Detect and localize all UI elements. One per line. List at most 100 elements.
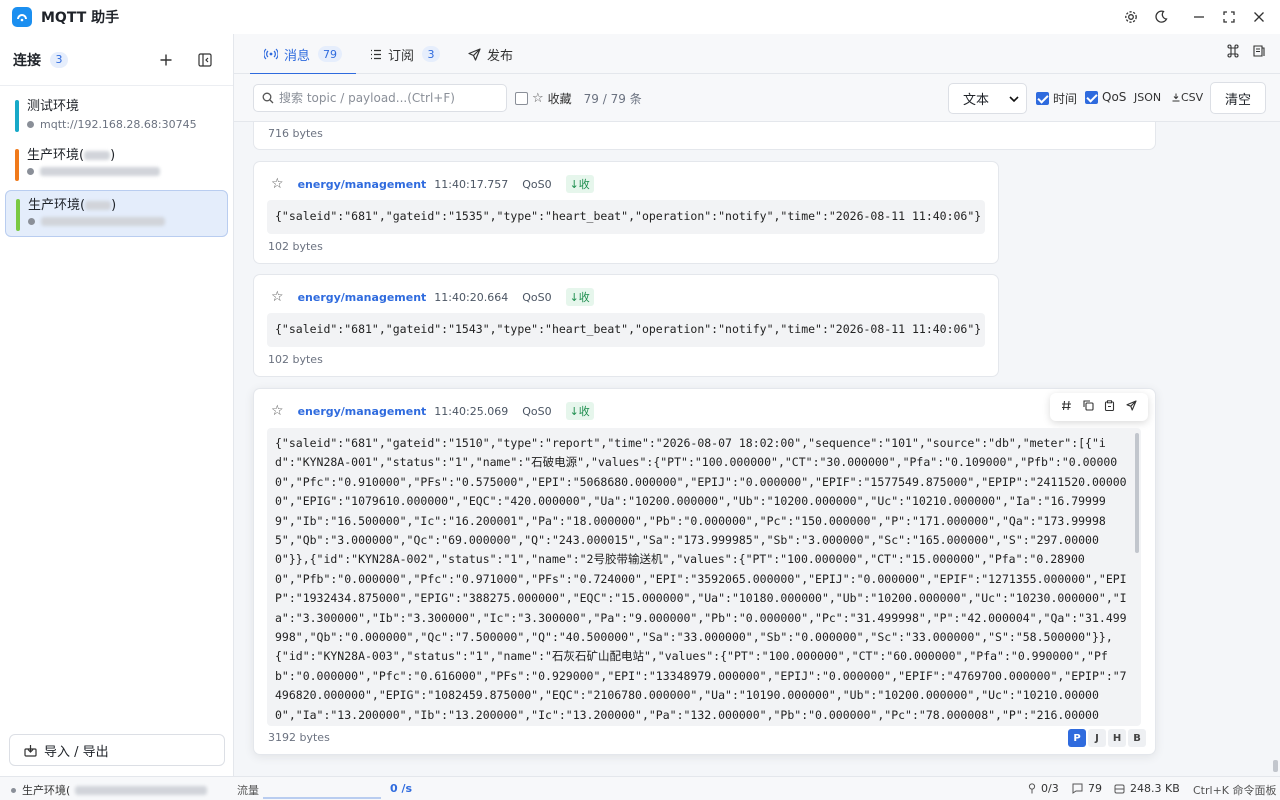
favorite-star-icon[interactable]: ☆ — [271, 289, 284, 305]
message-bytes: 3192 bytes — [268, 731, 330, 744]
add-connection-button[interactable] — [155, 49, 177, 71]
command-icon[interactable] — [1226, 44, 1240, 62]
payload-line: a":"3.300000","Ib":"3.300000","Ic":"3.30… — [275, 610, 1127, 625]
message-topic: energy/management — [297, 290, 427, 304]
message-qos: QoS0 — [522, 290, 552, 304]
status-dot-icon — [27, 168, 34, 175]
tab-messages[interactable]: 消息 79 — [250, 34, 357, 75]
maximize-window-icon[interactable] — [1214, 2, 1244, 32]
status-size: 248.3 KB — [1114, 782, 1180, 795]
connection-item-prod-1[interactable]: 生产环境() — [5, 141, 228, 188]
message-payload: {"saleid":"681","gateid":"1535","type":"… — [267, 200, 985, 234]
title-bar: MQTT 助手 — [0, 0, 1280, 34]
message-payload: {"saleid":"681","gateid":"1510","type":"… — [267, 428, 1141, 726]
payload-line: 0","Pfc":"0.910000","PFs":"0.575000","EP… — [275, 474, 1127, 489]
command-palette-hint[interactable]: Ctrl+K 命令面板 — [1193, 782, 1277, 798]
connection-url: mqtt://192.168.28.68:30745 — [40, 118, 197, 131]
tab-subscriptions[interactable]: 订阅 3 — [356, 34, 454, 74]
qos-checkbox[interactable] — [1085, 90, 1098, 104]
qos-toggle[interactable]: QoS — [1085, 90, 1126, 104]
hash-icon[interactable] — [1061, 400, 1072, 415]
settings-gear-icon[interactable] — [1116, 2, 1146, 32]
redacted-url — [41, 217, 165, 226]
connection-count-badge: 3 — [50, 51, 68, 68]
payload-line: 0","Pfb":"0.000000","Pfc":"0.971000","PF… — [275, 571, 1127, 586]
connection-color-bar — [15, 149, 19, 181]
message-list: 716 bytes ☆ energy/management 11:40:17.7… — [234, 122, 1280, 776]
message-card: 716 bytes — [253, 122, 1156, 150]
payload-scrollbar[interactable] — [1135, 433, 1139, 553]
message-count-text: 79 / 79 条 — [583, 92, 642, 106]
close-window-icon[interactable] — [1244, 2, 1274, 32]
connection-color-bar — [16, 199, 20, 231]
main-tabs: 消息 79 订阅 3 发布 — [234, 34, 1280, 75]
favorite-label: 收藏 — [547, 92, 572, 106]
message-qos: QoS0 — [522, 404, 552, 418]
favorite-star-icon[interactable]: ☆ — [271, 176, 284, 192]
payload-line: 998","Qb":"0.000000","Qc":"7.500000","Q"… — [275, 630, 1113, 645]
message-card: ☆ energy/management 11:40:25.069 QoS0 ↓收… — [253, 388, 1156, 755]
select-value: 文本 — [963, 93, 990, 108]
dark-mode-moon-icon[interactable] — [1146, 2, 1176, 32]
message-time: 11:40:25.069 — [434, 404, 509, 418]
format-json-button[interactable]: J — [1088, 729, 1106, 747]
status-connection-name: 生产环境( — [22, 784, 71, 797]
format-plain-button[interactable]: P — [1068, 729, 1086, 747]
payload-line: 0"}},{"id":"KYN28A-002","status":"1","na… — [275, 552, 1085, 567]
log-panel-icon[interactable] — [1252, 44, 1266, 62]
payload-line: {"id":"KYN28A-003","status":"1","name":"… — [275, 649, 1108, 664]
resend-icon[interactable] — [1126, 399, 1137, 415]
tab-publish[interactable]: 发布 — [454, 34, 527, 74]
favorite-filter[interactable]: ☆ 收藏 79 / 79 条 — [515, 90, 642, 107]
time-toggle[interactable]: 时间 — [1036, 90, 1077, 107]
import-export-button[interactable]: 导入 / 导出 — [9, 734, 225, 766]
redacted-url — [40, 167, 160, 176]
time-checkbox[interactable] — [1036, 92, 1049, 105]
favorite-star-icon[interactable]: ☆ — [271, 403, 284, 419]
message-bytes: 102 bytes — [268, 353, 323, 366]
format-base64-button[interactable]: B — [1128, 729, 1146, 747]
message-bytes: 102 bytes — [268, 240, 323, 253]
subs-count: 0/3 — [1041, 782, 1059, 795]
clear-button[interactable]: 清空 — [1210, 82, 1266, 114]
message-bytes: 716 bytes — [268, 127, 323, 140]
collapse-sidebar-icon[interactable] — [195, 50, 215, 70]
app-logo-icon — [12, 7, 32, 27]
payload-line: 496820.000000","EPIG":"1082459.875000","… — [275, 688, 1099, 703]
connection-name: 测试环境 — [27, 99, 80, 114]
payload-line: 0","EPIG":"1079610.000000","EQC":"420.00… — [275, 494, 1106, 509]
export-csv-button[interactable]: CSV — [1172, 91, 1203, 104]
chevron-down-icon — [1009, 96, 1019, 103]
status-dot-icon — [27, 121, 34, 128]
message-time: 11:40:20.664 — [434, 290, 509, 304]
tab-label: 发布 — [487, 48, 514, 64]
connection-item-prod-2[interactable]: 生产环境() — [5, 190, 228, 237]
message-card: ☆ energy/management 11:40:20.664 QoS0 ↓收… — [253, 274, 999, 377]
view-format-switcher: P J H B — [1068, 729, 1146, 747]
format-hex-button[interactable]: H — [1108, 729, 1126, 747]
payload-line: 5","Qb":"3.000000","Qc":"69.000000","Q":… — [275, 533, 1099, 548]
main-panel: 消息 79 订阅 3 发布 ☆ 收藏 7 — [234, 34, 1280, 776]
csv-label: CSV — [1181, 91, 1204, 104]
flow-label: 流量 — [237, 784, 259, 797]
clipboard-icon[interactable] — [1104, 399, 1115, 415]
search-box[interactable] — [253, 84, 507, 112]
favorite-checkbox[interactable] — [515, 92, 528, 105]
message-list-scrollbar[interactable] — [1273, 760, 1278, 772]
app-title: MQTT 助手 — [41, 10, 120, 26]
sidebar-title: 连接 — [13, 52, 41, 69]
copy-icon[interactable] — [1083, 399, 1094, 415]
message-qos: QoS0 — [522, 177, 552, 191]
storage-icon — [1114, 784, 1125, 793]
search-input[interactable] — [279, 91, 499, 105]
connection-item-test[interactable]: 测试环境 mqtt://192.168.28.68:30745 — [5, 92, 228, 139]
minimize-window-icon[interactable] — [1184, 2, 1214, 32]
tab-label: 消息 — [284, 48, 311, 64]
connection-color-bar — [15, 100, 19, 132]
message-direction-badge: ↓收 — [565, 175, 594, 193]
export-json-button[interactable]: JSON — [1134, 91, 1161, 104]
send-icon — [468, 47, 481, 61]
payload-format-select[interactable]: 文本 — [948, 83, 1027, 114]
message-topic: energy/management — [297, 177, 427, 191]
message-time: 11:40:17.757 — [434, 177, 509, 191]
